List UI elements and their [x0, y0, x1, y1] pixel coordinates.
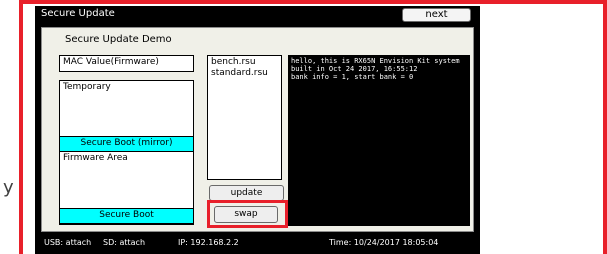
mac-value-box: MAC Value(Firmware) [59, 55, 194, 72]
secure-boot-mirror-bar: Secure Boot (mirror) [59, 136, 194, 152]
side-text-fragment: y [3, 177, 14, 198]
console-output: hello, this is RX65N Envision Kit system… [288, 55, 470, 226]
update-button[interactable]: update [209, 185, 284, 201]
swap-highlight-frame [207, 200, 288, 228]
file-list-item[interactable]: standard.rsu [211, 68, 278, 79]
file-list-item[interactable]: bench.rsu [211, 57, 278, 68]
sd-status: SD: attach [103, 238, 146, 247]
console-line: built in Oct 24 2017, 16:55:12 [291, 65, 418, 73]
console-line: hello, this is RX65N Envision Kit system [291, 57, 460, 65]
usb-status: USB: attach [44, 238, 92, 247]
console-line: bank info = 1, start bank = 0 [291, 73, 414, 81]
time-status: Time: 10/24/2017 18:05:04 [329, 238, 439, 247]
window-title: Secure Update [41, 8, 115, 19]
next-button[interactable]: next [402, 8, 471, 22]
file-list[interactable]: bench.rsu standard.rsu [207, 55, 282, 180]
panel-title: Secure Update Demo [65, 34, 172, 45]
ip-status: IP: 192.168.2.2 [178, 238, 239, 247]
secure-boot-bar: Secure Boot [59, 208, 194, 224]
